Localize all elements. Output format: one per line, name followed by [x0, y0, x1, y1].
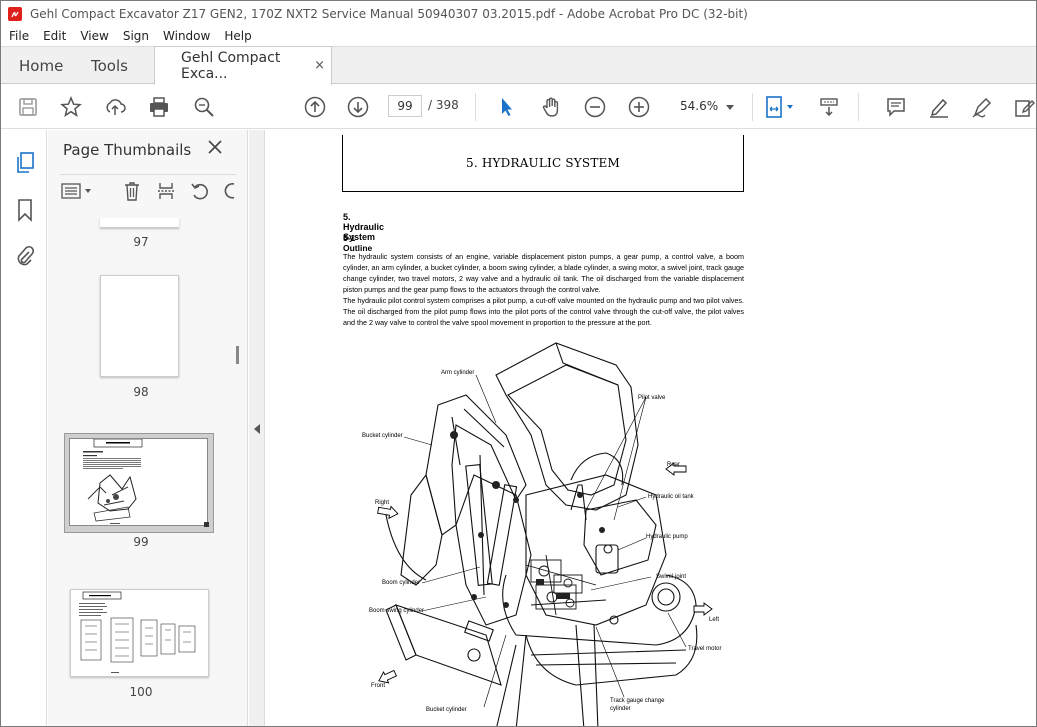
thumbnail-resize-handle[interactable]: [204, 522, 209, 527]
select-cursor-icon[interactable]: [493, 94, 519, 120]
thumbnail-page-98[interactable]: [100, 275, 179, 377]
title-bar: Gehl Compact Excavator Z17 GEN2, 170Z NX…: [1, 1, 1036, 26]
edit-pdf-icon[interactable]: [1011, 94, 1036, 120]
thumbnail-page-preview: [69, 438, 208, 526]
label-boom-cylinder: Boom cylinder: [382, 580, 421, 586]
page-total: / 398: [428, 98, 459, 112]
tab-document[interactable]: Gehl Compact Exca... ×: [154, 46, 332, 85]
hand-tool-icon[interactable]: [538, 94, 564, 120]
bookmark-star-icon[interactable]: [58, 94, 84, 120]
label-track-gauge-change-cylinder: Track gauge change cylinder: [610, 698, 665, 712]
tab-bar: Home Tools Gehl Compact Exca... ×: [1, 46, 1036, 85]
delete-pages-icon[interactable]: [122, 181, 142, 205]
acrobat-window: Gehl Compact Excavator Z17 GEN2, 170Z NX…: [0, 0, 1037, 727]
label-rear: Rear: [667, 462, 681, 468]
next-page-icon[interactable]: [345, 94, 371, 120]
label-right: Right: [375, 500, 390, 506]
menu-help[interactable]: Help: [216, 29, 257, 43]
thumbnail-label: 97: [133, 235, 149, 249]
menu-bar: File Edit View Sign Window Help: [1, 26, 1036, 46]
bookmarks-icon[interactable]: [12, 197, 38, 223]
doc-subheading: 5-1 Outline: [343, 233, 373, 253]
thumbnail-list: 97 98 99 100: [48, 218, 234, 726]
menu-edit[interactable]: Edit: [35, 29, 72, 43]
chevron-left-icon: [253, 424, 260, 434]
scroll-mode-icon[interactable]: [816, 94, 842, 120]
main-toolbar: 99 / 398 54.6%: [1, 85, 1036, 129]
extract-pages-icon[interactable]: [156, 181, 176, 205]
page-fit-icon[interactable]: [763, 94, 797, 120]
rotate-right-icon[interactable]: [222, 181, 234, 205]
tab-home[interactable]: Home: [19, 47, 63, 85]
zoom-level-dropdown[interactable]: 54.6%: [671, 95, 743, 117]
label-bucket-cylinder-bottom: Bucket cylinder: [426, 707, 467, 713]
thumbnail-page-100[interactable]: [70, 589, 209, 677]
highlight-pen-icon[interactable]: [926, 94, 952, 120]
menu-sign[interactable]: Sign: [115, 29, 155, 43]
sign-pen-icon[interactable]: [969, 94, 995, 120]
thumbnail-tools: [60, 174, 236, 204]
doc-paragraph-1: The hydraulic system consists of an engi…: [343, 252, 744, 294]
navigation-rail: [1, 130, 47, 726]
label-travel-motor: Travel motor: [688, 646, 722, 652]
previous-page-icon[interactable]: [302, 94, 328, 120]
label-hydraulic-oil-tank: Hydraulic oil tank: [648, 494, 694, 500]
close-tab-icon[interactable]: ×: [314, 58, 325, 73]
panel-collapse-button[interactable]: [249, 130, 265, 726]
label-hydraulic-pump: Hydraulic pump: [646, 534, 688, 540]
tab-tools[interactable]: Tools: [91, 47, 128, 85]
tab-document-label: Gehl Compact Exca...: [181, 50, 281, 82]
label-bucket-cylinder-top: Bucket cylinder: [362, 433, 403, 439]
label-front: Front: [371, 683, 386, 689]
menu-window[interactable]: Window: [155, 29, 216, 43]
page-thumbnails-icon[interactable]: [12, 150, 38, 176]
toolbar-divider: [752, 93, 753, 121]
toolbar-divider: [858, 93, 859, 121]
section-title-box: 5. HYDRAULIC SYSTEM: [342, 135, 744, 192]
close-icon[interactable]: [208, 138, 222, 159]
panel-title: Page Thumbnails: [63, 141, 192, 159]
zoom-out-icon[interactable]: [582, 94, 608, 120]
label-left: Left: [709, 617, 720, 623]
thumbnails-panel: Page Thumbnails 97 98 99 100: [48, 130, 248, 726]
save-icon[interactable]: [15, 94, 41, 120]
window-title: Gehl Compact Excavator Z17 GEN2, 170Z NX…: [30, 6, 748, 21]
section-title: 5. HYDRAULIC SYSTEM: [465, 156, 620, 170]
excavator-diagram: [377, 342, 713, 726]
print-icon[interactable]: [146, 94, 172, 120]
label-swivel-joint: Swivel joint: [656, 574, 687, 580]
menu-file[interactable]: File: [1, 29, 35, 43]
toolbar-divider: [475, 93, 476, 121]
label-boom-swing-cylinder: Boom swing cylinder: [369, 608, 425, 614]
zoom-in-icon[interactable]: [626, 94, 652, 120]
page-number-input[interactable]: 99: [388, 95, 422, 117]
thumbnail-page-99-selected[interactable]: [64, 433, 214, 533]
thumbnail-page-97[interactable]: [100, 218, 179, 228]
thumbnail-label: 100: [129, 685, 153, 699]
thumbnail-options-icon[interactable]: [60, 183, 94, 203]
label-pilot-valve: Pilot valve: [638, 395, 666, 401]
thumbnail-label: 99: [133, 535, 149, 549]
label-arm-cylinder: Arm cylinder: [441, 370, 475, 376]
chevron-down-icon: [726, 99, 734, 113]
zoom-search-icon[interactable]: [191, 94, 217, 120]
acrobat-app-icon: [8, 6, 22, 21]
attachments-icon[interactable]: [12, 243, 38, 269]
thumbnail-label: 98: [133, 385, 149, 399]
doc-paragraph-2: The hydraulic pilot control system compr…: [343, 296, 744, 327]
rotate-left-icon[interactable]: [190, 181, 210, 205]
zoom-level-value: 54.6%: [680, 99, 719, 113]
document-canvas[interactable]: 5. HYDRAULIC SYSTEM 5. Hydraulic System …: [266, 130, 1036, 726]
scrollbar-thumb[interactable]: [236, 346, 239, 364]
thumbnail-scrollbar[interactable]: [234, 218, 244, 723]
share-upload-icon[interactable]: [102, 94, 128, 120]
comment-icon[interactable]: [883, 94, 909, 120]
menu-view[interactable]: View: [72, 29, 114, 43]
